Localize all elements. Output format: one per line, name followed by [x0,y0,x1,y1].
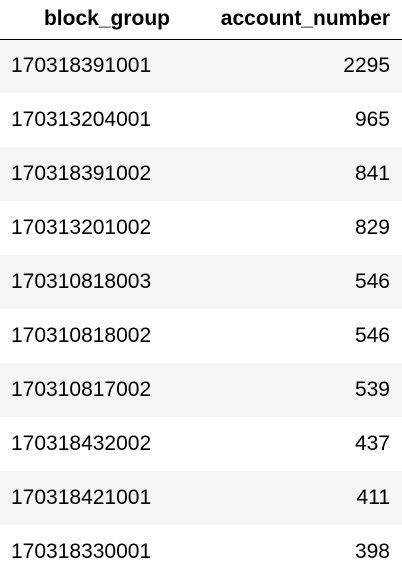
cell-block-group: 170318421001 [0,471,188,525]
cell-account-number: 841 [188,147,402,201]
cell-block-group: 170318391002 [0,147,188,201]
cell-block-group: 170318330001 [0,525,188,579]
table-body: 170318391001 2295 170313204001 965 17031… [0,39,402,579]
table-row: 170318391002 841 [0,147,402,201]
cell-block-group: 170310818002 [0,309,188,363]
cell-account-number: 965 [188,93,402,147]
header-row: block_group account_number [0,0,402,40]
cell-account-number: 411 [188,471,402,525]
cell-account-number: 437 [188,417,402,471]
cell-block-group: 170313201002 [0,201,188,255]
dataframe-table: block_group account_number 170318391001 … [0,0,402,579]
cell-account-number: 2295 [188,39,402,93]
column-header-block-group: block_group [0,0,188,40]
table-row: 170310818003 546 [0,255,402,309]
cell-block-group: 170310818003 [0,255,188,309]
table-row: 170310818002 546 [0,309,402,363]
cell-account-number: 539 [188,363,402,417]
cell-block-group: 170318432002 [0,417,188,471]
cell-block-group: 170310817002 [0,363,188,417]
table-row: 170318330001 398 [0,525,402,579]
table-row: 170318391001 2295 [0,39,402,93]
table-row: 170313204001 965 [0,93,402,147]
cell-block-group: 170313204001 [0,93,188,147]
cell-account-number: 546 [188,309,402,363]
table-row: 170318432002 437 [0,417,402,471]
table-row: 170318421001 411 [0,471,402,525]
cell-block-group: 170318391001 [0,39,188,93]
table-row: 170310817002 539 [0,363,402,417]
cell-account-number: 546 [188,255,402,309]
table-header: block_group account_number [0,0,402,40]
cell-account-number: 829 [188,201,402,255]
column-header-account-number: account_number [188,0,402,40]
table-row: 170313201002 829 [0,201,402,255]
cell-account-number: 398 [188,525,402,579]
